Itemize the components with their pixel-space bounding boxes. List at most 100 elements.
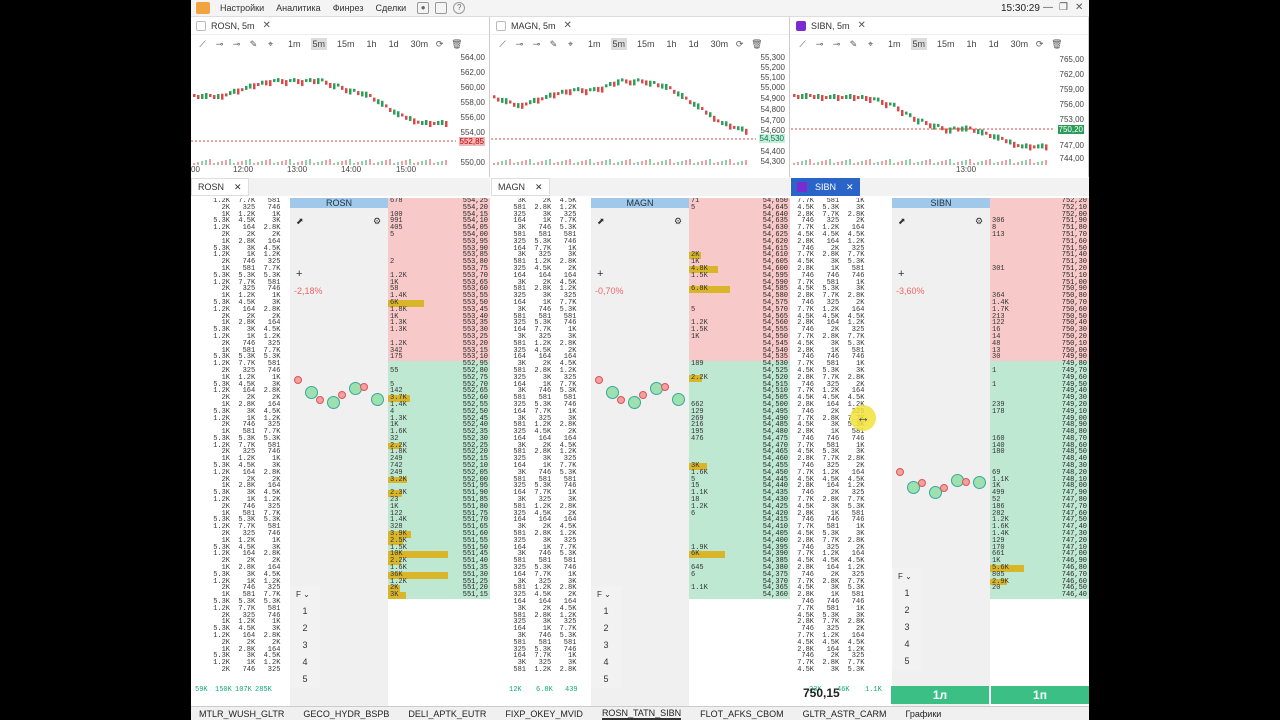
level-item[interactable]: 1 bbox=[591, 603, 621, 620]
tf-30m[interactable]: 30m bbox=[409, 38, 431, 50]
ray-tool-icon[interactable]: ⊸ bbox=[831, 39, 842, 49]
level-item[interactable]: 3 bbox=[591, 637, 621, 654]
maximize-icon[interactable]: ❐ bbox=[1059, 2, 1068, 13]
chart-icon[interactable]: ⬈ bbox=[597, 216, 605, 227]
close-icon[interactable]: ✕ bbox=[234, 182, 242, 193]
tf-30m[interactable]: 30m bbox=[1009, 38, 1031, 50]
level-item[interactable]: 5 bbox=[892, 653, 922, 670]
dom-tab-label[interactable]: MAGN bbox=[498, 182, 525, 192]
chart-icon[interactable]: ⬈ bbox=[296, 216, 304, 227]
pen-tool-icon[interactable]: ✎ bbox=[848, 39, 859, 49]
hline-tool-icon[interactable]: ⊸ bbox=[814, 39, 825, 49]
trash-icon[interactable]: 🗑 bbox=[1051, 39, 1062, 49]
gear-icon[interactable]: ⚙ bbox=[373, 216, 381, 227]
close-icon[interactable]: ✕ bbox=[858, 20, 866, 31]
level-item[interactable]: 2 bbox=[892, 602, 922, 619]
close-icon[interactable]: ✕ bbox=[1075, 2, 1083, 13]
filter-label[interactable]: F ⌄ bbox=[290, 586, 320, 603]
menu-analytics[interactable]: Аналитика bbox=[276, 3, 321, 13]
tf-1d[interactable]: 1d bbox=[987, 38, 1001, 50]
menu-deals[interactable]: Сделки bbox=[375, 3, 406, 13]
tf-15m[interactable]: 15m bbox=[335, 38, 357, 50]
pen-tool-icon[interactable]: ✎ bbox=[248, 39, 259, 49]
tf-1m[interactable]: 1m bbox=[286, 38, 303, 50]
pen-tool-icon[interactable]: ✎ bbox=[548, 39, 559, 49]
pin-icon[interactable]: ● bbox=[417, 2, 430, 14]
ray-tool-icon[interactable]: ⊸ bbox=[531, 39, 542, 49]
line-tool-icon[interactable]: ⟋ bbox=[797, 39, 808, 49]
level-item[interactable]: 3 bbox=[892, 619, 922, 636]
minimize-icon[interactable]: — bbox=[1043, 2, 1053, 13]
chart-tab-title[interactable]: SIBN, 5m bbox=[811, 21, 850, 31]
candle-plot[interactable]: 564,00 562,00 560,00 558,00 556,00 554,0… bbox=[191, 53, 489, 177]
tf-5m[interactable]: 5m bbox=[910, 38, 928, 50]
level-item[interactable]: 4 bbox=[892, 636, 922, 653]
line-tool-icon[interactable]: ⟋ bbox=[497, 39, 508, 49]
close-icon[interactable]: ✕ bbox=[263, 20, 271, 31]
close-icon[interactable]: ✕ bbox=[564, 20, 572, 31]
filter-label[interactable]: F ⌄ bbox=[591, 586, 621, 603]
level-item[interactable]: 4 bbox=[290, 654, 320, 671]
tf-1m[interactable]: 1m bbox=[886, 38, 903, 50]
refresh-icon[interactable]: ⟳ bbox=[734, 39, 745, 49]
workspace-tab[interactable]: DELI_APTK_EUTR bbox=[408, 709, 486, 719]
gear-icon[interactable]: ⚙ bbox=[975, 216, 983, 227]
level-item[interactable]: 2 bbox=[290, 620, 320, 637]
menu-settings[interactable]: Настройки bbox=[220, 3, 264, 13]
crosshair-tool-icon[interactable]: ⌖ bbox=[865, 39, 876, 49]
crosshair-tool-icon[interactable]: ⌖ bbox=[565, 39, 576, 49]
workspace-tab-charts[interactable]: Графики bbox=[906, 709, 942, 719]
plus-icon[interactable]: + bbox=[898, 268, 904, 280]
cluster-area[interactable]: SIBN ⬈ ⚙ + -3,60% F ⌄ 1 2 3 4 5 bbox=[892, 198, 990, 706]
tf-30m[interactable]: 30m bbox=[709, 38, 731, 50]
tf-1d[interactable]: 1d bbox=[687, 38, 701, 50]
tf-5m[interactable]: 5m bbox=[310, 38, 328, 50]
tf-15m[interactable]: 15m bbox=[635, 38, 657, 50]
gear-icon[interactable]: ⚙ bbox=[674, 216, 682, 227]
level-item[interactable]: 1 bbox=[290, 603, 320, 620]
level-item[interactable]: 2 bbox=[591, 620, 621, 637]
ray-tool-icon[interactable]: ⊸ bbox=[231, 39, 242, 49]
plus-icon[interactable]: + bbox=[597, 268, 603, 280]
refresh-icon[interactable]: ⟳ bbox=[434, 39, 445, 49]
book-row[interactable]: 746,40 bbox=[990, 592, 1089, 600]
workspace-tab-active[interactable]: ROSN_TATN_SIBN bbox=[601, 708, 682, 720]
lot-right-button[interactable]: 1п bbox=[991, 686, 1089, 704]
cluster-area[interactable]: MAGN ⬈ ⚙ + -0,70% F ⌄ 1 2 3 4 5 bbox=[591, 198, 689, 706]
help-icon[interactable]: ? bbox=[453, 2, 466, 14]
menu-finrez[interactable]: Финрез bbox=[333, 3, 364, 13]
workspace-tab[interactable]: GLTR_ASTR_CARM bbox=[803, 709, 887, 719]
workspace-tab[interactable]: FIXP_OKEY_MVID bbox=[505, 709, 583, 719]
candle-plot[interactable]: 765,00 762,00 759,00 756,00 753,00 750,2… bbox=[791, 53, 1088, 177]
window-icon[interactable] bbox=[435, 2, 448, 14]
crosshair-tool-icon[interactable]: ⌖ bbox=[265, 39, 276, 49]
order-book[interactable]: 752,20 752,10 752,00 306 751,90 8 751,80 113 751… bbox=[990, 198, 1089, 706]
dom-tab-label[interactable]: SIBN bbox=[815, 182, 836, 192]
hline-tool-icon[interactable]: ⊸ bbox=[214, 39, 225, 49]
tf-1d[interactable]: 1d bbox=[387, 38, 401, 50]
order-book[interactable]: 678 554,25 554,20 100 554,15 991 554,10 405 554,… bbox=[388, 198, 490, 706]
trash-icon[interactable]: 🗑 bbox=[451, 39, 462, 49]
refresh-icon[interactable]: ⟳ bbox=[1034, 39, 1045, 49]
hline-tool-icon[interactable]: ⊸ bbox=[514, 39, 525, 49]
workspace-tab[interactable]: FLOT_AFKS_CBOM bbox=[700, 709, 784, 719]
trash-icon[interactable]: 🗑 bbox=[751, 39, 762, 49]
workspace-tab[interactable]: MTLR_WUSH_GLTR bbox=[199, 709, 284, 719]
chart-tab-title[interactable]: ROSN, 5m bbox=[211, 21, 255, 31]
book-row[interactable]: 54,360 bbox=[689, 592, 790, 600]
tf-1h[interactable]: 1h bbox=[665, 38, 679, 50]
order-book[interactable]: 71 54,650 5 54,645 54,640 54,635 54,630 54,625 5… bbox=[689, 198, 790, 706]
chart-icon[interactable]: ⬈ bbox=[898, 216, 906, 227]
plus-icon[interactable]: + bbox=[296, 268, 302, 280]
tf-15m[interactable]: 15m bbox=[935, 38, 957, 50]
lot-left-button[interactable]: 1л bbox=[891, 686, 989, 704]
level-item[interactable]: 3 bbox=[290, 637, 320, 654]
chart-tab-title[interactable]: MAGN, 5m bbox=[511, 21, 556, 31]
tf-1h[interactable]: 1h bbox=[365, 38, 379, 50]
level-item[interactable]: 4 bbox=[591, 654, 621, 671]
line-tool-icon[interactable]: ⟋ bbox=[197, 39, 208, 49]
level-item[interactable]: 1 bbox=[892, 585, 922, 602]
workspace-tab[interactable]: GECO_HYDR_BSPB bbox=[303, 709, 389, 719]
candle-plot[interactable]: 55,300 55,200 55,100 55,000 54,900 54,80… bbox=[491, 53, 789, 177]
tf-1m[interactable]: 1m bbox=[586, 38, 603, 50]
